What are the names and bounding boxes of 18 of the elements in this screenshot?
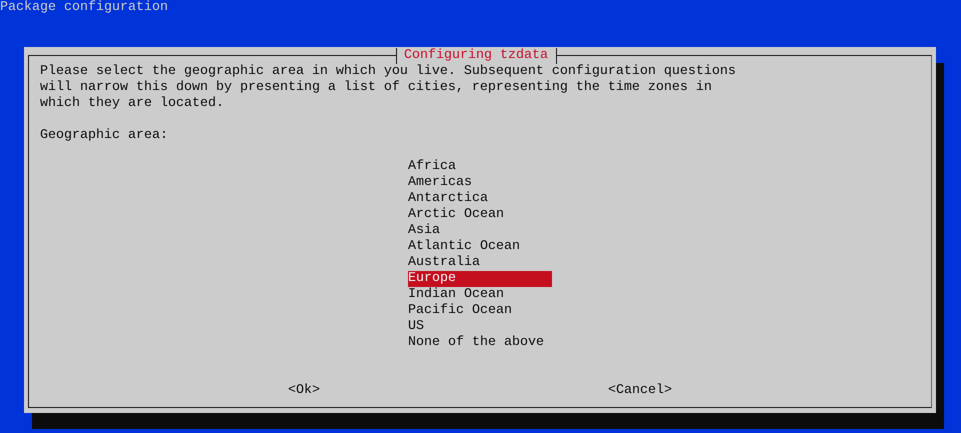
- screen-title: Package configuration: [0, 0, 168, 16]
- list-item[interactable]: Antarctica: [408, 191, 552, 207]
- cancel-button[interactable]: <Cancel>: [608, 383, 672, 399]
- list-item[interactable]: Africa: [408, 159, 552, 175]
- list-item[interactable]: Asia: [408, 223, 552, 239]
- prompt-label: Geographic area:: [40, 128, 168, 144]
- list-item[interactable]: Europe: [408, 271, 552, 287]
- list-item[interactable]: Arctic Ocean: [408, 207, 552, 223]
- list-item[interactable]: Americas: [408, 175, 552, 191]
- list-item[interactable]: Atlantic Ocean: [408, 239, 552, 255]
- list-item[interactable]: Indian Ocean: [408, 287, 552, 303]
- list-item[interactable]: Australia: [408, 255, 552, 271]
- dialog-message: Please select the geographic area in which you live. Subsequent configuration questions will narrow this down by presenting a list of cities, representing the time zones in which they are located.: [40, 64, 737, 112]
- list-item[interactable]: None of the above: [408, 335, 552, 351]
- list-item[interactable]: Pacific Ocean: [408, 303, 552, 319]
- ok-button[interactable]: <Ok>: [288, 383, 320, 399]
- dialog-title: Configuring tzdata: [396, 48, 557, 64]
- list-item[interactable]: US: [408, 319, 552, 335]
